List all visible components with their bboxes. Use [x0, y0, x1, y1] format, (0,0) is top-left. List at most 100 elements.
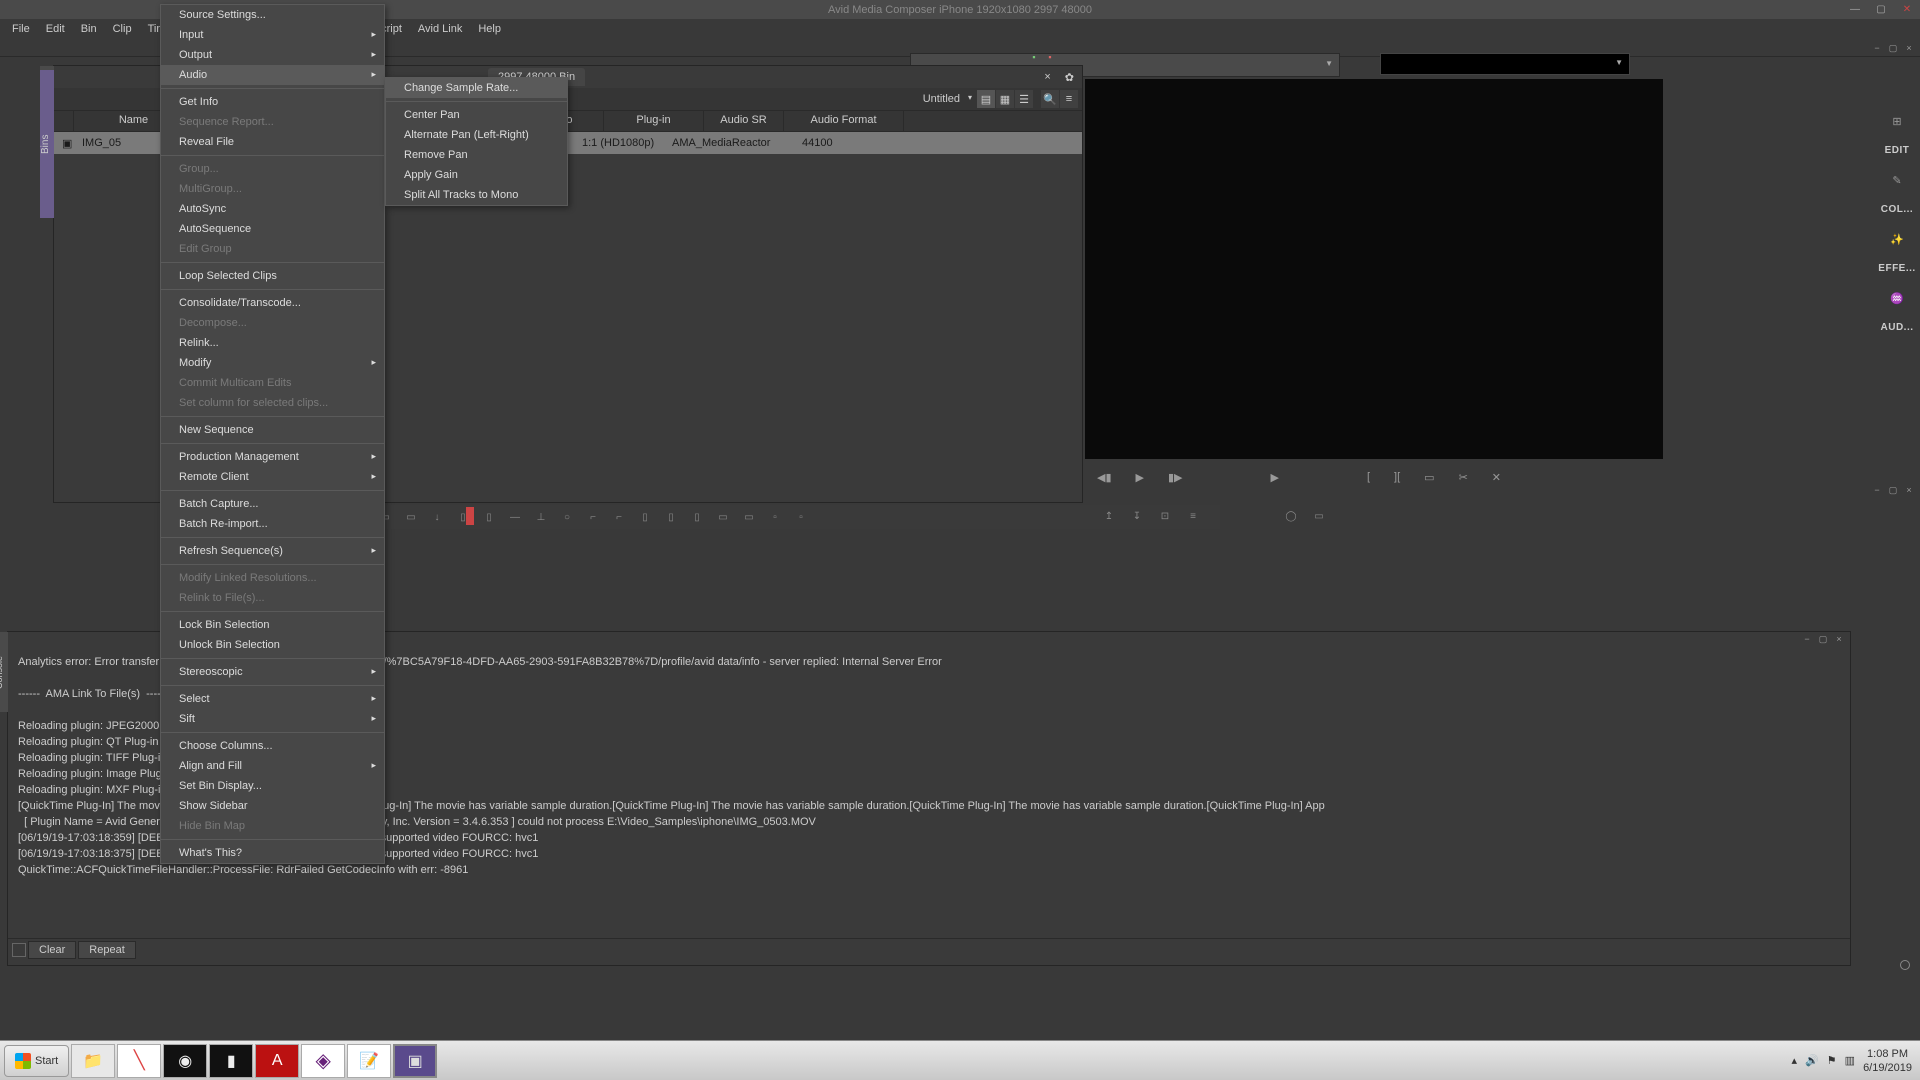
tl-rbtn-4[interactable]: ≡ [1184, 507, 1202, 525]
bin-frameview-icon[interactable]: ▦ [996, 90, 1014, 108]
menuitem-input[interactable]: Input [161, 25, 384, 45]
tl-btn-7[interactable]: ⊥ [532, 508, 550, 526]
effects-workspace-icon[interactable]: ✨ [1887, 229, 1907, 249]
menuitem-what-s-this[interactable]: What's This? [161, 843, 384, 863]
tl-rbtn-1[interactable]: ↥ [1100, 507, 1118, 525]
task-pdf-icon[interactable]: A [255, 1044, 299, 1078]
step-back-icon[interactable]: ◀▮ [1097, 471, 1112, 484]
tl-record-icon[interactable]: ◯ [1282, 507, 1300, 525]
menuitem-align-and-fill[interactable]: Align and Fill [161, 756, 384, 776]
menuitem-source-settings[interactable]: Source Settings... [161, 5, 384, 25]
panel-minus-icon[interactable]: − [1870, 41, 1884, 55]
audio-workspace-icon[interactable]: ♒ [1887, 288, 1907, 308]
menu-bin[interactable]: Bin [73, 21, 105, 37]
console-repeat-button[interactable]: Repeat [78, 941, 135, 959]
extract-icon[interactable]: ✕ [1492, 471, 1501, 484]
menu-help[interactable]: Help [470, 21, 509, 37]
mark-out-icon[interactable]: ▭ [1424, 471, 1434, 484]
tl-btn-5[interactable]: ▯ [480, 508, 498, 526]
task-notepad-icon[interactable]: 📝 [347, 1044, 391, 1078]
menu-file[interactable]: File [4, 21, 38, 37]
submenuitem-apply-gain[interactable]: Apply Gain [386, 165, 567, 185]
menuitem-audio[interactable]: Audio [161, 65, 384, 85]
menuitem-stereoscopic[interactable]: Stereoscopic [161, 662, 384, 682]
task-app2-icon[interactable]: ╲ [117, 1044, 161, 1078]
edit-workspace-icon[interactable]: ⊞ [1887, 111, 1907, 131]
clear-marks-icon[interactable]: ✂ [1459, 471, 1468, 484]
submenuitem-alternate-pan-left-right[interactable]: Alternate Pan (Left-Right) [386, 125, 567, 145]
bin-column-audio-format[interactable]: Audio Format [784, 111, 904, 131]
tl-tag-icon[interactable]: ▭ [1310, 507, 1328, 525]
audio-workspace-label[interactable]: AUD... [1881, 322, 1914, 333]
effects-workspace-label[interactable]: EFFE... [1878, 263, 1915, 274]
bin-menu-icon[interactable]: ≡ [1060, 90, 1078, 108]
close-button[interactable]: ✕ [1894, 0, 1920, 19]
menuitem-remote-client[interactable]: Remote Client [161, 467, 384, 487]
task-terminal-icon[interactable]: ▮ [209, 1044, 253, 1078]
tl-btn-13[interactable]: ▯ [688, 508, 706, 526]
menuitem-batch-re-import[interactable]: Batch Re-import... [161, 514, 384, 534]
tl-btn-3[interactable]: ↓ [428, 508, 446, 526]
menuitem-refresh-sequence-s[interactable]: Refresh Sequence(s) [161, 541, 384, 561]
task-app3-icon[interactable]: ◉ [163, 1044, 207, 1078]
task-vs-icon[interactable]: ◈ [301, 1044, 345, 1078]
menuitem-reveal-file[interactable]: Reveal File [161, 132, 384, 152]
menuitem-modify[interactable]: Modify [161, 353, 384, 373]
bin-column-plug-in[interactable]: Plug-in [604, 111, 704, 131]
menuitem-set-bin-display[interactable]: Set Bin Display... [161, 776, 384, 796]
console-max-icon[interactable]: ▢ [1816, 632, 1830, 646]
bin-scriptview-icon[interactable]: ☰ [1015, 90, 1033, 108]
submenuitem-change-sample-rate[interactable]: Change Sample Rate... [386, 78, 567, 98]
edit-workspace-label[interactable]: EDIT [1885, 145, 1910, 156]
tl-btn-11[interactable]: ▯ [636, 508, 654, 526]
menuitem-unlock-bin-selection[interactable]: Unlock Bin Selection [161, 635, 384, 655]
bin-textview-icon[interactable]: ▤ [977, 90, 995, 108]
task-avid-icon[interactable]: ▣ [393, 1044, 437, 1078]
color-workspace-icon[interactable]: ✎ [1887, 170, 1907, 190]
mark-in-icon[interactable]: [ [1367, 471, 1370, 483]
timeline-playhead[interactable] [466, 507, 474, 525]
panel-sq-icon[interactable]: ▢ [1886, 41, 1900, 55]
tray-volume-icon[interactable]: 🔊 [1805, 1054, 1819, 1067]
tl-btn-14[interactable]: ▭ [714, 508, 732, 526]
tray-expand-icon[interactable]: ▴ [1792, 1054, 1798, 1067]
menuitem-sift[interactable]: Sift [161, 709, 384, 729]
tl-btn-10[interactable]: ⌐ [610, 508, 628, 526]
menuitem-select[interactable]: Select [161, 689, 384, 709]
panel-close-icon[interactable]: × [1902, 41, 1916, 55]
submenuitem-center-pan[interactable]: Center Pan [386, 105, 567, 125]
timeline-min-icon[interactable]: − [1870, 483, 1884, 497]
tl-btn-17[interactable]: ▫ [792, 508, 810, 526]
record-monitor-dropdown[interactable] [1380, 53, 1630, 75]
bin-settings-icon[interactable]: ✿ [1061, 71, 1078, 84]
console-sidebar-label[interactable]: Console [0, 632, 8, 712]
timeline-max-icon[interactable]: ▢ [1886, 483, 1900, 497]
tray-network-icon[interactable]: ▥ [1845, 1054, 1855, 1067]
menuitem-choose-columns[interactable]: Choose Columns... [161, 736, 384, 756]
tray-flag-icon[interactable]: ⚑ [1827, 1054, 1837, 1067]
start-button[interactable]: Start [4, 1045, 69, 1077]
tl-btn-16[interactable]: ▫ [766, 508, 784, 526]
menuitem-relink[interactable]: Relink... [161, 333, 384, 353]
console-clear-button[interactable]: Clear [28, 941, 76, 959]
menuitem-production-management[interactable]: Production Management [161, 447, 384, 467]
timeline-close-icon[interactable]: × [1902, 483, 1916, 497]
bin-view-preset-dropdown[interactable]: Untitled [915, 91, 976, 107]
menuitem-get-info[interactable]: Get Info [161, 92, 384, 112]
bin-column-audio-sr[interactable]: Audio SR [704, 111, 784, 131]
console-checkbox[interactable] [12, 943, 26, 957]
bin-column-blank[interactable] [54, 111, 74, 131]
menu-clip[interactable]: Clip [105, 21, 140, 37]
step-fwd-icon[interactable]: ▮▶ [1168, 471, 1183, 484]
menuitem-lock-bin-selection[interactable]: Lock Bin Selection [161, 615, 384, 635]
menuitem-show-sidebar[interactable]: Show Sidebar [161, 796, 384, 816]
menu-edit[interactable]: Edit [38, 21, 73, 37]
play-icon[interactable]: ▶ [1136, 471, 1144, 484]
tl-btn-9[interactable]: ⌐ [584, 508, 602, 526]
submenuitem-remove-pan[interactable]: Remove Pan [386, 145, 567, 165]
tl-btn-8[interactable]: ○ [558, 508, 576, 526]
color-workspace-label[interactable]: COL... [1881, 204, 1913, 215]
menuitem-autosequence[interactable]: AutoSequence [161, 219, 384, 239]
tray-clock[interactable]: 1:08 PM 6/19/2019 [1863, 1047, 1912, 1075]
submenuitem-split-all-tracks-to-mono[interactable]: Split All Tracks to Mono [386, 185, 567, 205]
